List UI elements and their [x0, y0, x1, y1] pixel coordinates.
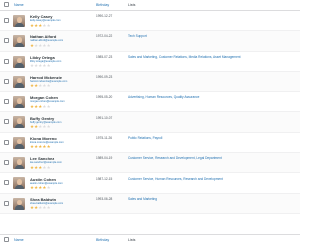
row-checkbox[interactable] [4, 119, 9, 125]
avatar [13, 35, 25, 48]
select-all-checkbox[interactable] [4, 2, 9, 7]
table-body: Kelly Casey kelly.casey@example.com ★★★★★ 1… [0, 11, 300, 214]
lists-value[interactable]: Customer Service, Human Resources, Resea… [128, 177, 223, 181]
birthday-value: 1995-05-20 [96, 95, 113, 100]
row-checkbox[interactable] [4, 200, 9, 206]
birthday-value: 1972-04-22 [96, 34, 113, 39]
lists-value[interactable]: Tech Support [128, 34, 147, 38]
lists-value[interactable]: Sales and Marketing [128, 197, 157, 201]
table-row: Harrod Mckenzie harrod.mckenzie@example.c… [0, 71, 300, 93]
birthday-value: 1989-04-19 [96, 156, 113, 161]
star-rating[interactable]: ★★★★★ [30, 63, 51, 68]
avatar [13, 116, 25, 129]
table-row: Kelly Casey kelly.casey@example.com ★★★★★ 1… [0, 11, 300, 32]
birthday-value: 1993-06-28 [96, 196, 113, 201]
avatar [13, 136, 25, 149]
row-checkbox[interactable] [4, 38, 9, 44]
avatar [13, 157, 25, 170]
table-row: Morgan Cohen morgan.cohen@example.com ★★★★… [0, 92, 300, 113]
star-icon[interactable]: ★ [47, 63, 51, 68]
table-row: Nathan Alford nathan.alford@example.com ★★… [0, 31, 300, 52]
birthday-value: 1990-09-23 [96, 75, 113, 80]
star-icon[interactable]: ★ [47, 124, 51, 129]
table-row: Buffy Gentry buffy.gentry@example.com ★★★★… [0, 112, 300, 133]
table-footer: Name Birthday Lists [0, 234, 300, 245]
avatar [13, 197, 25, 210]
star-icon[interactable]: ★ [47, 185, 51, 190]
row-checkbox[interactable] [4, 58, 9, 64]
row-checkbox[interactable] [4, 99, 9, 105]
row-checkbox[interactable] [4, 160, 9, 166]
lists-value[interactable]: Public Relations, Payroll [128, 136, 162, 140]
select-all-checkbox-footer[interactable] [4, 237, 9, 242]
star-icon[interactable]: ★ [47, 205, 51, 210]
table-row: Shea Baldwin shea.baldwin@example.com ★★★★… [0, 193, 300, 214]
table-row: Lee Sanchez lee.sanchez@example.com ★★★★★ 1… [0, 153, 300, 174]
birthday-value: 1991-10-07 [96, 115, 113, 120]
star-rating[interactable]: ★★★★★ [30, 144, 51, 149]
star-rating[interactable]: ★★★★★ [30, 104, 51, 109]
contacts-table: Name Birthday Lists Kelly Casey kelly.cas… [0, 0, 300, 245]
table-row: Kiona Moreno kiona.moreno@example.com ★★★★… [0, 133, 300, 154]
column-header-name[interactable]: Name [14, 0, 24, 10]
star-icon[interactable]: ★ [47, 144, 51, 149]
lists-value[interactable]: Advertising, Human Resources, Quality As… [128, 95, 199, 99]
avatar [13, 96, 25, 109]
avatar [13, 75, 25, 88]
star-icon[interactable]: ★ [47, 104, 51, 109]
star-rating[interactable]: ★★★★★ [30, 165, 51, 170]
row-checkbox[interactable] [4, 180, 9, 186]
table-row: Austin Cohen austin.cohen@example.com ★★★★… [0, 173, 300, 194]
star-rating[interactable]: ★★★★★ [30, 43, 51, 48]
star-rating[interactable]: ★★★★★ [30, 185, 51, 190]
avatar [13, 177, 25, 190]
lists-value[interactable]: Customer Service, Research and Developme… [128, 156, 222, 160]
star-icon[interactable]: ★ [47, 43, 51, 48]
table-row: Libby Ortega libby.ortega@example.com ★★★★… [0, 52, 300, 72]
star-rating[interactable]: ★★★★★ [30, 83, 51, 88]
avatar [13, 55, 25, 68]
birthday-value: 1975-11-26 [96, 135, 113, 140]
column-header-lists: Lists [128, 3, 136, 7]
birthday-value: 1987-12-15 [96, 176, 113, 181]
star-rating[interactable]: ★★★★★ [30, 205, 51, 210]
table-header: Name Birthday Lists [0, 0, 300, 11]
avatar [13, 15, 25, 27]
column-header-birthday[interactable]: Birthday [96, 0, 109, 10]
birthday-value: 1990-12-27 [96, 14, 113, 19]
birthday-value: 1985-07-23 [96, 54, 113, 59]
row-checkbox[interactable] [4, 18, 9, 23]
star-rating[interactable]: ★★★★★ [30, 124, 51, 129]
star-icon[interactable]: ★ [47, 165, 51, 170]
star-icon[interactable]: ★ [47, 83, 51, 88]
star-rating[interactable]: ★★★★★ [30, 23, 51, 28]
lists-value[interactable]: Sales and Marketing, Customer Relations,… [128, 55, 241, 59]
row-checkbox[interactable] [4, 139, 9, 145]
star-icon[interactable]: ★ [47, 23, 51, 28]
row-checkbox[interactable] [4, 78, 9, 84]
